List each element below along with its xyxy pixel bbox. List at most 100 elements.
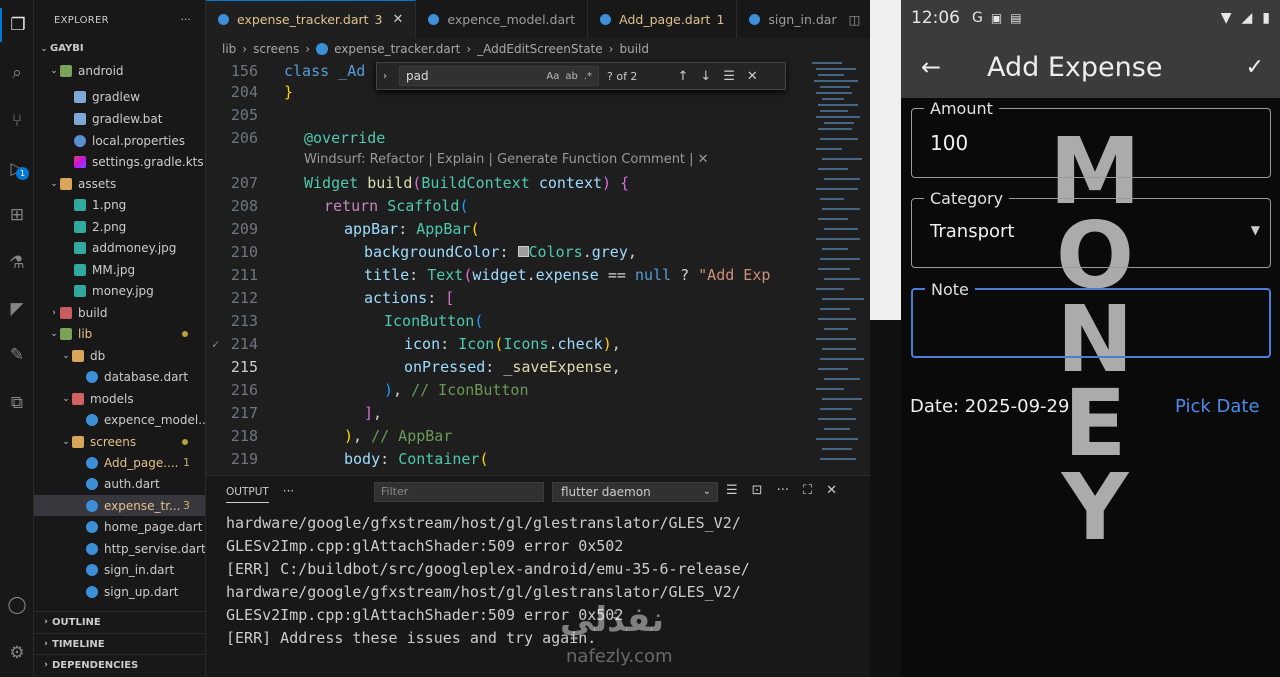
amount-field[interactable]: Amount 100 [911,99,1271,178]
tree-file[interactable]: database.dart [34,366,205,387]
more-actions-icon[interactable]: ··· [283,484,294,498]
output-filter-input[interactable]: Filter [374,482,544,502]
tree-file[interactable]: gradlew [34,86,205,107]
run-debug-icon[interactable]: ▷1 [0,152,34,186]
codelens[interactable]: Windsurf: Refactor | Explain | Generate … [304,152,709,167]
dart-file-icon [86,585,98,598]
dependencies-section[interactable]: › DEPENDENCIES [34,654,205,675]
tree-file[interactable]: 2.png [34,216,205,237]
file-icon [74,90,86,103]
kotlin-icon [74,155,86,168]
tree-file-selected[interactable]: expense_tr... 3 [34,495,205,516]
tab-expence-model[interactable]: expence_model.dart [416,0,589,38]
breadcrumb-class[interactable]: _AddEditScreenState [477,42,603,56]
tree-folder-android[interactable]: ⌄ android [34,60,205,81]
tree-folder-lib[interactable]: ⌄ lib [34,323,205,344]
more-actions-icon[interactable]: ··· [181,15,191,26]
tree-folder-db[interactable]: ⌄ db [34,345,205,366]
tree-file[interactable]: home_page.dart [34,516,205,537]
chevron-right-icon[interactable]: › [383,71,387,82]
dart-file-icon [316,43,329,55]
tree-folder-build[interactable]: › build [34,302,205,323]
tree-file[interactable]: sign_up.dart [34,581,205,602]
tree-file[interactable]: MM.jpg [34,259,205,280]
search-icon[interactable]: ⌕ [0,56,34,90]
more-actions-icon[interactable]: ··· [777,483,789,498]
tree-file[interactable]: Add_page.... 1 [34,452,205,473]
pick-date-button[interactable]: Pick Date [1175,396,1260,417]
arrow-back-icon[interactable]: ← [921,53,961,81]
category-dropdown[interactable]: Category Transport ▼ [911,189,1271,268]
split-editor-icon[interactable]: ◫ [849,12,861,27]
arrow-up-icon[interactable]: ↑ [677,69,688,84]
dart-file-icon [86,542,98,555]
explorer-icon[interactable]: ❐ [0,8,34,42]
dart-file-icon [86,413,98,426]
project-root[interactable]: ⌄ GAYBI [34,38,205,59]
tree-file[interactable]: settings.gradle.kts [34,151,205,172]
tab-sign-in[interactable]: sign_in.dar◫··· [737,0,870,38]
tab-output[interactable]: OUTPUT [226,480,269,503]
list-icon[interactable]: ☰ [726,483,738,498]
watermark-logo: نفذلي [560,600,665,640]
wifi-icon: ▼ [1220,10,1232,26]
google-icon: G [972,10,983,26]
tree-file[interactable]: gradlew.bat [34,108,205,129]
dart-file-icon [86,563,98,576]
tab-expense-tracker[interactable]: expense_tracker.dart 3 ✕ [206,0,417,38]
breadcrumb-screens[interactable]: screens [253,42,299,56]
modified-dot [182,330,188,337]
tree-file[interactable]: auth.dart [34,473,205,494]
dart-file-icon [428,13,440,25]
check-icon[interactable]: ✓ [1246,55,1264,80]
arrow-down-icon[interactable]: ↓ [700,69,711,84]
close-icon[interactable]: ✕ [826,483,837,498]
tab-add-page[interactable]: Add_page.dart 1 [588,0,738,38]
note-field[interactable]: Note [911,280,1271,358]
minimap[interactable] [810,58,866,475]
tree-file[interactable]: expence_model.... [34,409,205,430]
testing-icon[interactable]: ⚗ [0,246,34,280]
battery-icon: ▮ [1262,10,1270,26]
breadcrumb: lib › screens › expense_tracker.dart › _Add… [222,42,649,56]
folder-icon [72,435,84,448]
flutter-icon[interactable]: ◤ [0,292,34,326]
tree-file[interactable]: addmoney.jpg [34,237,205,258]
tree-folder-assets[interactable]: ⌄ assets [34,173,205,194]
tree-file[interactable]: sign_in.dart [34,559,205,580]
extensions-icon[interactable]: ⊞ [0,198,34,232]
dart-file-icon [86,456,98,469]
close-icon[interactable]: ✕ [392,12,403,27]
tree-file[interactable]: http_servise.dart [34,538,205,559]
regex-toggle[interactable]: .* [584,71,592,82]
tree-file[interactable]: 1.png [34,194,205,215]
image-icon [74,284,86,297]
background-window-strip [870,0,901,677]
settings-gear-icon[interactable]: ⚙ [0,636,34,670]
breadcrumb-file[interactable]: expense_tracker.dart [334,42,460,56]
tree-file[interactable]: local.properties [34,130,205,151]
folder-icon [60,177,72,190]
tree-file[interactable]: money.jpg [34,280,205,301]
account-icon[interactable]: ◯ [0,588,34,622]
find-input[interactable]: pad Aa ab .* [399,66,599,86]
explorer-title: EXPLORER [54,14,109,26]
match-case-toggle[interactable]: Aa [546,71,559,82]
maximize-icon[interactable]: ⛶ [803,483,812,498]
lock-icon[interactable]: ⊡ [752,483,763,498]
timeline-section[interactable]: › TIMELINE [34,633,205,654]
find-in-selection-icon[interactable]: ☰ [723,69,735,84]
outline-section[interactable]: › OUTLINE [34,611,205,632]
tree-folder-screens[interactable]: ⌄ screens [34,431,205,452]
output-channel-select[interactable]: flutter daemon ⌄ [552,482,718,502]
dart-file-icon [749,13,761,25]
tree-folder-models[interactable]: ⌄ models [34,388,205,409]
dart-file-icon [218,14,229,25]
edit-icon[interactable]: ✎ [0,338,34,372]
source-control-icon[interactable]: ⑂ [0,104,34,138]
breadcrumb-method[interactable]: build [619,42,649,56]
remote-icon[interactable]: ⧉ [0,386,34,420]
close-icon[interactable]: ✕ [747,69,758,84]
breadcrumb-lib[interactable]: lib [222,42,236,56]
whole-word-toggle[interactable]: ab [565,71,577,82]
